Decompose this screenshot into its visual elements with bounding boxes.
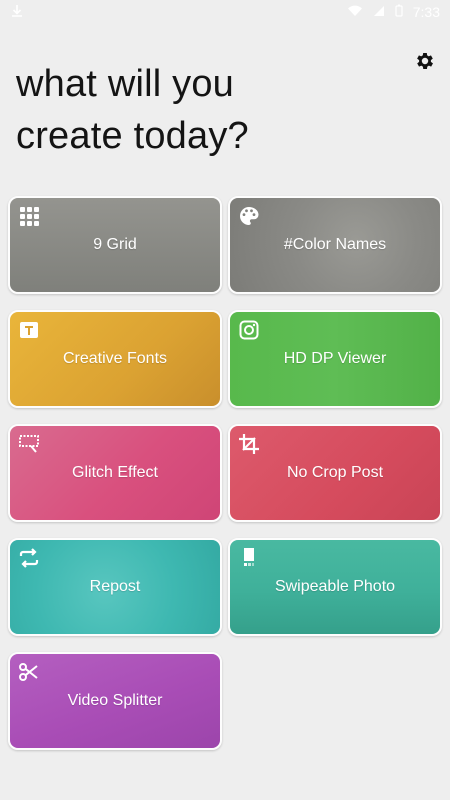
page-title: what will you create today? <box>16 58 376 162</box>
scissors-icon <box>16 659 42 685</box>
tool-label: 9 Grid <box>93 236 137 253</box>
tool-label: Creative Fonts <box>62 350 168 367</box>
title-line-1: what will you <box>16 63 235 105</box>
tool-label: Swipeable Photo <box>274 578 396 595</box>
tool-glitch-effect[interactable]: Glitch Effect <box>8 424 222 522</box>
repost-icon <box>16 545 42 571</box>
swipe-photo-icon <box>236 545 262 571</box>
grid-icon <box>16 203 42 229</box>
settings-button[interactable] <box>412 50 438 76</box>
tool-label: Repost <box>89 578 141 595</box>
wifi-icon <box>347 5 363 20</box>
download-icon <box>10 4 24 21</box>
tool-repost[interactable]: Repost <box>8 538 222 636</box>
tool-no-crop-post[interactable]: No Crop Post <box>228 424 442 522</box>
glitch-icon <box>16 431 42 457</box>
tool-video-splitter[interactable]: Video Splitter <box>8 652 222 750</box>
title-line-2: create today? <box>16 115 249 157</box>
crop-icon <box>236 431 262 457</box>
tool-label: HD DP Viewer <box>283 350 387 367</box>
signal-icon <box>373 5 385 20</box>
palette-icon <box>236 203 262 229</box>
status-bar: 7:33 <box>0 0 450 24</box>
tool-color-names[interactable]: #Color Names <box>228 196 442 294</box>
battery-icon <box>395 4 403 20</box>
tool-hd-dp-viewer[interactable]: HD DP Viewer <box>228 310 442 408</box>
status-time: 7:33 <box>412 4 440 20</box>
tool-label: Glitch Effect <box>72 464 158 481</box>
gear-icon <box>414 50 436 77</box>
tool-swipeable-photo[interactable]: Swipeable Photo <box>228 538 442 636</box>
tool-9-grid[interactable]: 9 Grid <box>8 196 222 294</box>
tool-label: No Crop Post <box>286 464 384 481</box>
text-format-icon <box>16 317 42 343</box>
tool-creative-fonts[interactable]: Creative Fonts <box>8 310 222 408</box>
tool-label: Video Splitter <box>67 692 163 709</box>
tool-label: #Color Names <box>283 236 387 253</box>
instagram-icon <box>236 317 262 343</box>
